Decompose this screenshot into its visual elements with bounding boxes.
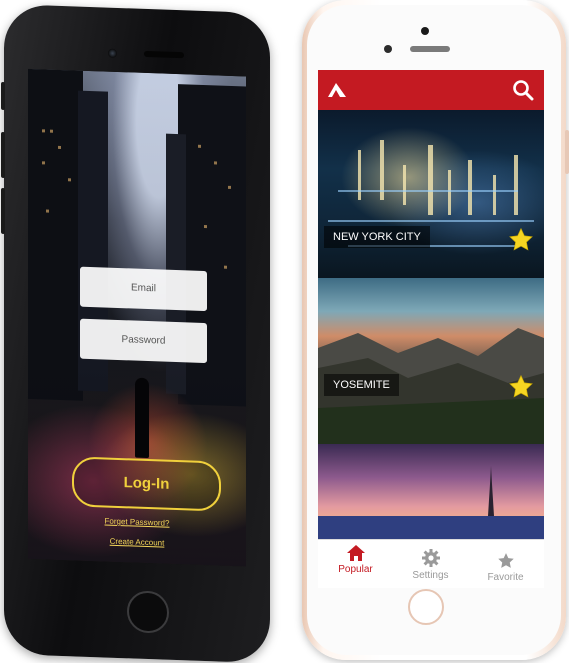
card-title-new-york: NEW YORK CITY bbox=[324, 226, 430, 248]
mute-switch bbox=[1, 81, 5, 111]
pedestrian-silhouette bbox=[135, 377, 149, 459]
email-field[interactable]: Email bbox=[80, 266, 207, 312]
tab-label-settings: Settings bbox=[412, 570, 449, 581]
login-button[interactable]: Log-In bbox=[72, 456, 221, 512]
destination-card-yosemite[interactable]: YOSEMITE bbox=[318, 278, 544, 444]
proximity-sensor bbox=[384, 45, 392, 53]
home-button bbox=[408, 589, 444, 625]
power-button bbox=[565, 130, 569, 174]
destination-card-new-york[interactable]: NEW YORK CITY bbox=[318, 110, 544, 278]
app-header bbox=[318, 70, 544, 110]
mountain-image bbox=[318, 328, 544, 444]
phone-gold-device: NEW YORK CITY YOSEMITE Popular Settings … bbox=[302, 0, 569, 660]
volume-down-button bbox=[1, 187, 5, 235]
tab-settings[interactable]: Settings bbox=[393, 548, 468, 581]
earpiece-speaker bbox=[144, 50, 184, 59]
login-screen: Email Password Log-In Forget Password? C… bbox=[28, 68, 246, 567]
volume-up-button bbox=[1, 131, 5, 179]
front-camera bbox=[108, 48, 117, 58]
bottom-tab-bar: Popular Settings Favorite bbox=[318, 539, 544, 588]
tab-popular[interactable]: Popular bbox=[318, 544, 393, 575]
tab-favorite[interactable]: Favorite bbox=[468, 552, 543, 583]
gear-icon bbox=[421, 549, 440, 567]
tab-label-popular: Popular bbox=[338, 564, 373, 575]
destination-card-paris[interactable] bbox=[318, 444, 544, 540]
building-left bbox=[28, 68, 83, 401]
travel-app-screen: NEW YORK CITY YOSEMITE Popular Settings … bbox=[318, 70, 544, 588]
card-title-yosemite: YOSEMITE bbox=[324, 374, 399, 396]
tab-label-favorite: Favorite bbox=[487, 572, 524, 583]
phone-black-device: Email Password Log-In Forget Password? C… bbox=[1, 4, 270, 663]
arrow-logo-icon[interactable] bbox=[326, 80, 348, 100]
eiffel-tower-image bbox=[318, 466, 544, 540]
earpiece-speaker bbox=[410, 46, 450, 52]
password-field[interactable]: Password bbox=[80, 318, 207, 364]
favorite-star-icon[interactable] bbox=[508, 374, 534, 400]
star-icon bbox=[497, 553, 514, 568]
favorite-star-icon[interactable] bbox=[508, 227, 534, 253]
home-icon bbox=[346, 545, 365, 561]
home-button bbox=[127, 590, 169, 634]
search-icon[interactable] bbox=[512, 79, 534, 101]
front-camera bbox=[421, 27, 429, 35]
